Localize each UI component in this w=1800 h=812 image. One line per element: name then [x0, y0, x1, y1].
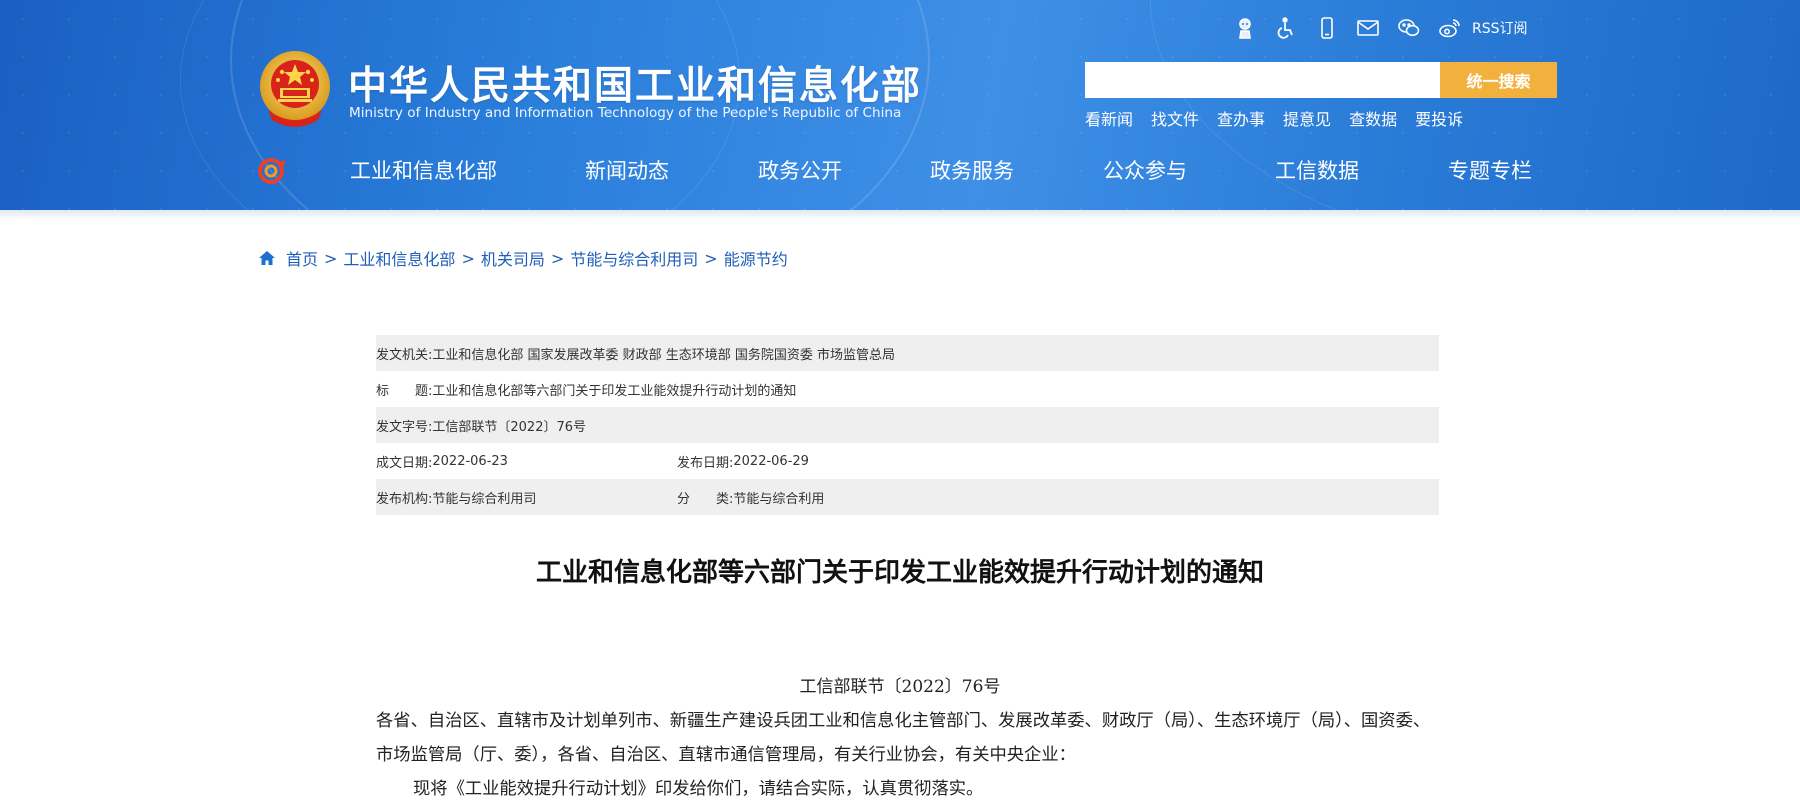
nav-news[interactable]: 新闻动态 — [585, 155, 669, 185]
meta-row-dates: 成文日期: 2022-06-23 发布日期: 2022-06-29 — [376, 443, 1439, 479]
mail-icon[interactable] — [1355, 15, 1381, 41]
mobile-icon[interactable] — [1314, 15, 1340, 41]
rss-subscribe-link[interactable]: RSS订阅 — [1472, 18, 1528, 38]
wechat-icon[interactable] — [1396, 15, 1422, 41]
site-subtitle: Ministry of Industry and Information Tec… — [349, 105, 902, 121]
quick-link-services[interactable]: 查办事 — [1217, 106, 1265, 130]
publish-date-value: 2022-06-29 — [733, 453, 809, 469]
article-body: 各省、自治区、直辖市及计划单列市、新疆生产建设兵团工业和信息化主管部门、发展改革… — [376, 704, 1439, 806]
unified-search-button[interactable]: 统一搜索 — [1440, 62, 1557, 98]
issuer-label: 发文机关: — [376, 347, 433, 363]
national-emblem-icon[interactable] — [258, 50, 332, 128]
top-utility-icons: RSS订阅 — [1232, 12, 1528, 44]
nav-government-services[interactable]: 政务服务 — [930, 155, 1014, 185]
quick-link-feedback[interactable]: 提意见 — [1283, 106, 1331, 130]
quick-link-documents[interactable]: 找文件 — [1151, 106, 1199, 130]
quick-link-complaint[interactable]: 要投诉 — [1415, 106, 1463, 130]
publish-date-label: 发布日期: — [677, 455, 734, 471]
nav-miit[interactable]: 工业和信息化部 — [350, 155, 497, 185]
written-date-label: 成文日期: — [376, 455, 433, 471]
breadcrumb-departments[interactable]: 机关司局 — [481, 246, 545, 270]
issuer-value: 工业和信息化部 国家发展改革委 财政部 生态环境部 国务院国资委 市场监管总局 — [432, 347, 896, 363]
title-value: 工业和信息化部等六部门关于印发工业能效提升行动计划的通知 — [432, 383, 797, 399]
nav-special-topics[interactable]: 专题专栏 — [1448, 155, 1532, 185]
weibo-icon[interactable] — [1437, 15, 1463, 41]
breadcrumb-energy-saving[interactable]: 能源节约 — [724, 246, 788, 270]
article-title: 工业和信息化部等六部门关于印发工业能效提升行动计划的通知 — [535, 558, 1264, 588]
accessibility-icon[interactable] — [1273, 15, 1299, 41]
breadcrumb: 首页 > 工业和信息化部 > 机关司局 > 节能与综合利用司 > 能源节约 — [258, 246, 788, 270]
doc-number-label: 发文字号: — [376, 419, 433, 435]
home-icon[interactable] — [258, 249, 276, 267]
breadcrumb-separator: > — [461, 248, 475, 268]
meta-row-issuer: 发文机关: 工业和信息化部 国家发展改革委 财政部 生态环境部 国务院国资委 市… — [376, 335, 1439, 371]
publisher-value: 节能与综合利用司 — [432, 491, 537, 507]
quick-link-data[interactable]: 查数据 — [1349, 106, 1397, 130]
publisher-label: 发布机构: — [376, 491, 433, 507]
breadcrumb-energy-conservation-dept[interactable]: 节能与综合利用司 — [570, 246, 698, 270]
breadcrumb-separator: > — [324, 248, 338, 268]
site-header: 中华人民共和国工业和信息化部 Ministry of Industry and … — [0, 0, 1800, 210]
main-navigation: 工业和信息化部 新闻动态 政务公开 政务服务 公众参与 工信数据 专题专栏 — [0, 155, 1800, 189]
quick-links: 看新闻 找文件 查办事 提意见 查数据 要投诉 — [1085, 106, 1481, 130]
meta-row-title: 标 题: 工业和信息化部等六部门关于印发工业能效提升行动计划的通知 — [376, 371, 1439, 407]
article-doc-number: 工信部联节〔2022〕76号 — [799, 677, 1001, 697]
header-shadow — [0, 210, 1800, 220]
quick-link-news[interactable]: 看新闻 — [1085, 106, 1133, 130]
article-paragraph: 各省、自治区、直辖市及计划单列市、新疆生产建设兵团工业和信息化主管部门、发展改革… — [376, 711, 1431, 765]
search-input[interactable] — [1085, 62, 1440, 98]
title-label: 标 题: — [376, 383, 433, 399]
breadcrumb-home[interactable]: 首页 — [286, 246, 318, 270]
written-date-value: 2022-06-23 — [432, 453, 508, 469]
nav-public-participation[interactable]: 公众参与 — [1103, 155, 1187, 185]
robot-icon[interactable] — [1232, 15, 1258, 41]
doc-number-value: 工信部联节〔2022〕76号 — [432, 419, 587, 435]
breadcrumb-miit[interactable]: 工业和信息化部 — [343, 246, 455, 270]
meta-row-doc-number: 发文字号: 工信部联节〔2022〕76号 — [376, 407, 1439, 443]
breadcrumb-separator: > — [704, 248, 718, 268]
breadcrumb-separator: > — [550, 248, 565, 268]
document-metadata-table: 发文机关: 工业和信息化部 国家发展改革委 财政部 生态环境部 国务院国资委 市… — [376, 335, 1439, 515]
site-title[interactable]: 中华人民共和国工业和信息化部 — [348, 55, 922, 111]
meta-row-publisher: 发布机构: 节能与综合利用司 分 类: 节能与综合利用 — [376, 479, 1439, 515]
article-paragraph: 现将《工业能效提升行动计划》印发给你们，请结合实际，认真贯彻落实。 — [413, 779, 984, 799]
nav-government-affairs[interactable]: 政务公开 — [758, 155, 842, 185]
category-label: 分 类: — [677, 491, 734, 507]
nav-miit-data[interactable]: 工信数据 — [1275, 155, 1359, 185]
category-value: 节能与综合利用 — [733, 491, 825, 507]
